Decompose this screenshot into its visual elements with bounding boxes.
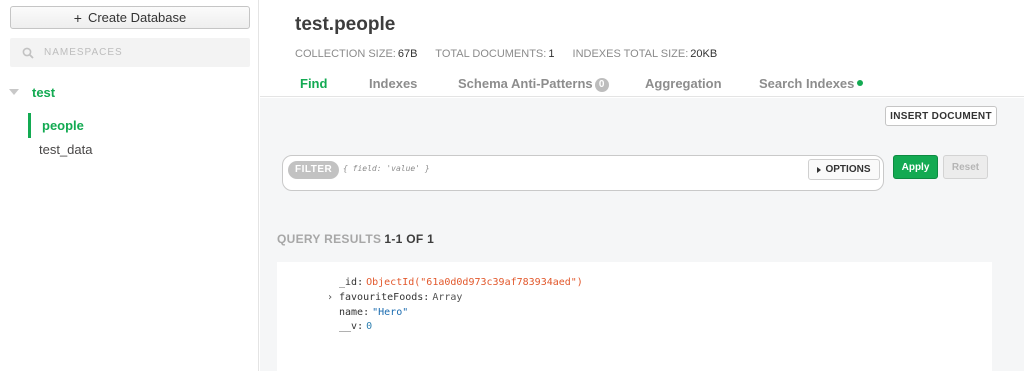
sidebar-collection-test-data[interactable]: test_data xyxy=(39,142,93,160)
tab-find[interactable]: Find xyxy=(300,76,327,91)
options-button[interactable]: OPTIONS xyxy=(808,159,880,180)
namespace-search-placeholder: NAMESPACES xyxy=(44,47,123,58)
namespace-search[interactable]: NAMESPACES xyxy=(10,38,250,67)
find-content: INSERT DOCUMENT FILTER { field: 'value' … xyxy=(260,98,1024,371)
reset-button: Reset xyxy=(943,155,988,179)
apply-button[interactable]: Apply xyxy=(893,155,938,179)
sidebar-collection-people[interactable]: people xyxy=(28,113,258,138)
caret-right-icon xyxy=(817,166,822,173)
tab-search-indexes[interactable]: Search Indexes xyxy=(759,76,864,91)
plus-icon: + xyxy=(73,9,82,26)
create-database-button[interactable]: + Create Database xyxy=(10,6,250,29)
collection-stats: COLLECTION SIZE: 67B TOTAL DOCUMENTS: 1 IN… xyxy=(295,48,732,60)
create-database-label: Create Database xyxy=(87,10,187,25)
insert-document-button[interactable]: INSERT DOCUMENT xyxy=(885,106,997,126)
expand-caret-icon[interactable]: › xyxy=(327,292,333,303)
filter-bar: FILTER { field: 'value' } OPTIONS xyxy=(282,155,884,191)
tab-schema-anti-patterns[interactable]: Schema Anti-Patterns 0 xyxy=(458,76,609,92)
filter-label: FILTER xyxy=(288,161,340,179)
filter-input[interactable]: { field: 'value' } xyxy=(343,164,743,173)
tab-aggregation[interactable]: Aggregation xyxy=(645,76,722,91)
main-panel: test.people COLLECTION SIZE: 67B TOTAL DO… xyxy=(260,0,1024,371)
stat-indexes-size: INDEXES TOTAL SIZE: 20KB xyxy=(572,48,718,60)
query-results-header: QUERY RESULTS 1-1 OF 1 xyxy=(277,232,434,246)
document-field: __v: 0 xyxy=(339,321,373,332)
document-field: name: "Hero" xyxy=(339,307,409,318)
page-title: test.people xyxy=(295,14,396,35)
tab-indexes[interactable]: Indexes xyxy=(369,76,417,91)
status-dot-icon xyxy=(857,80,864,86)
stat-total-documents: TOTAL DOCUMENTS: 1 xyxy=(435,48,555,60)
query-results-label: QUERY RESULTS xyxy=(277,232,382,246)
database-label: test xyxy=(32,84,56,100)
caret-down-icon xyxy=(9,89,19,95)
sidebar: + Create Database NAMESPACES test people… xyxy=(0,0,259,371)
query-results-count: 1-1 OF 1 xyxy=(384,232,435,246)
collection-label: people xyxy=(42,118,84,133)
collection-header: test.people COLLECTION SIZE: 67B TOTAL DO… xyxy=(260,0,1024,97)
document-card: _id: ObjectId("61a0d0d973c39af783934aed")… xyxy=(277,262,992,371)
document-field: _id: ObjectId("61a0d0d973c39af783934aed") xyxy=(339,277,583,288)
stat-collection-size: COLLECTION SIZE: 67B xyxy=(295,48,418,60)
sidebar-database-test[interactable]: test xyxy=(0,82,258,102)
document-field[interactable]: › favouriteFoods: Array xyxy=(327,292,462,303)
count-badge: 0 xyxy=(594,78,609,92)
search-icon xyxy=(20,45,36,61)
